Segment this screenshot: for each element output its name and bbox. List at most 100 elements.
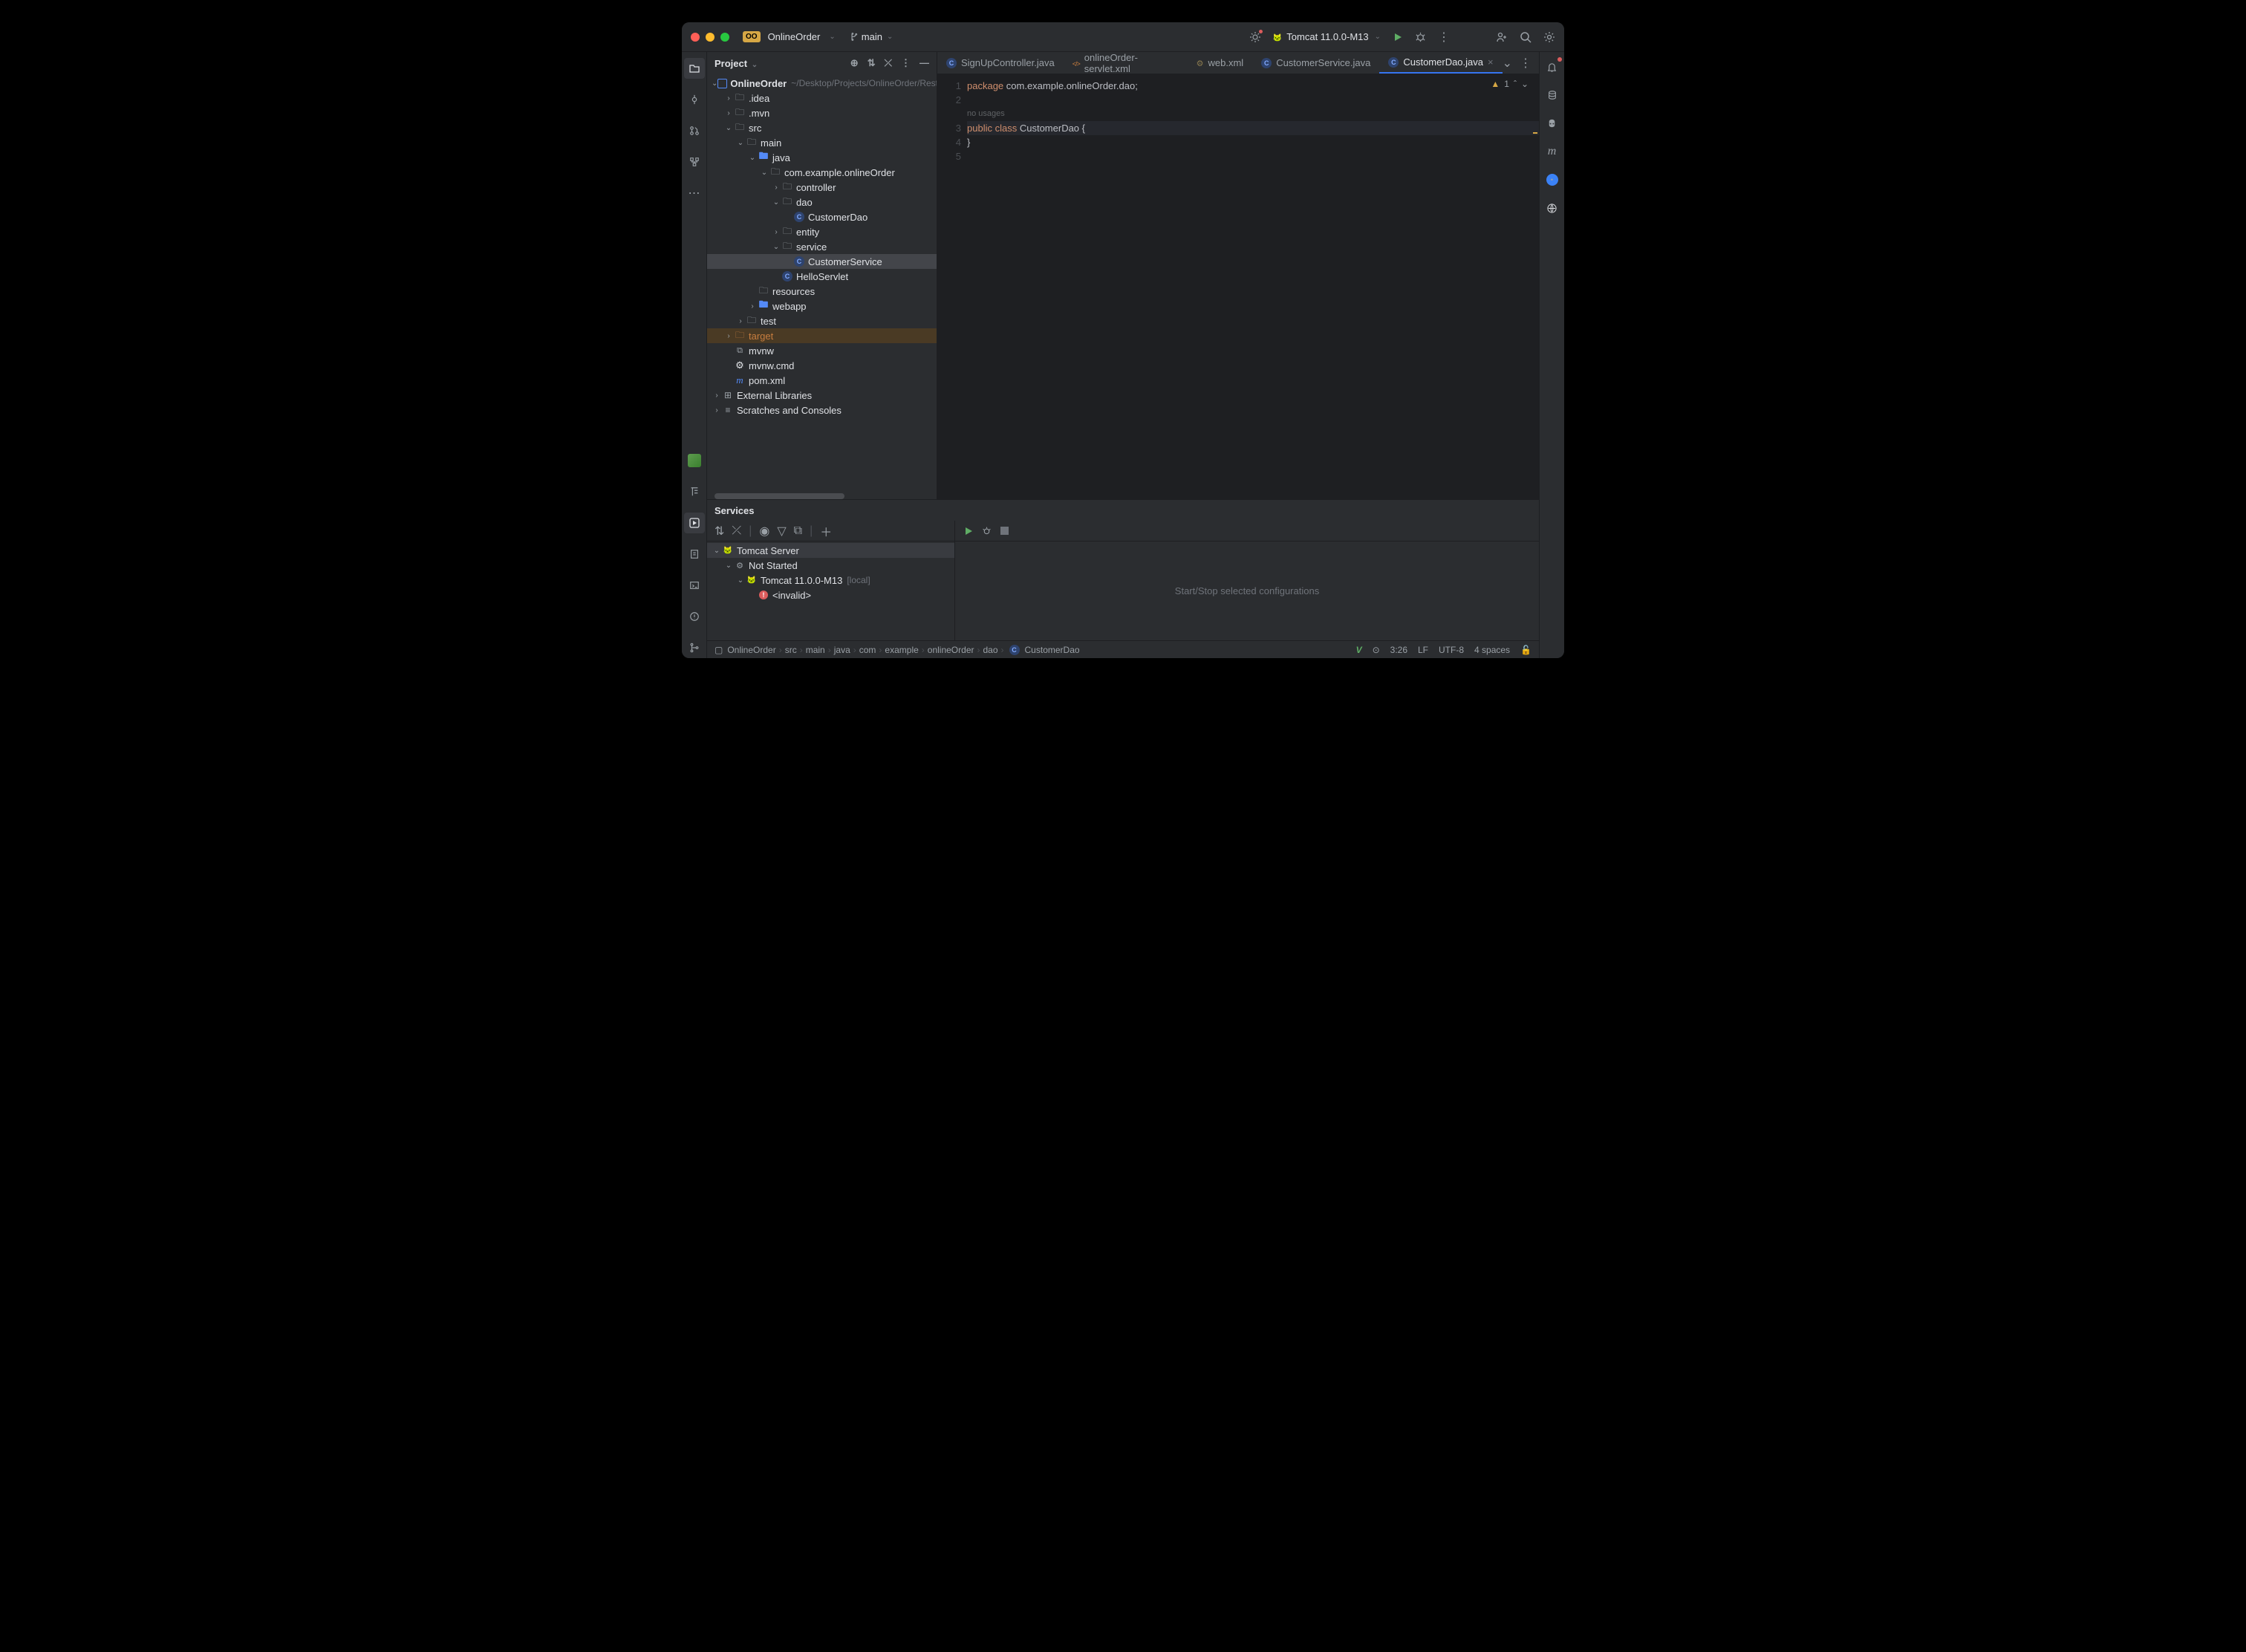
filter-icon[interactable]: ▽ <box>777 524 786 539</box>
indent[interactable]: 4 spaces <box>1474 645 1510 655</box>
tree-item[interactable]: ›controller <box>707 180 937 195</box>
terminal-icon[interactable] <box>684 575 705 596</box>
ai-chat-icon[interactable]: • <box>1543 171 1561 189</box>
tree-item[interactable]: ⚙mvnw.cmd <box>707 358 937 373</box>
window-controls[interactable] <box>691 33 729 42</box>
power-save-icon[interactable]: V <box>1356 645 1362 655</box>
collapse-icon[interactable]: ⤫ <box>885 57 892 69</box>
tree-item[interactable]: ›Scratches and Consoles <box>707 403 937 417</box>
tree-item[interactable]: CustomerDao <box>707 209 937 224</box>
tabs-more-icon[interactable]: ⋮ <box>1520 56 1531 71</box>
vcs-branch[interactable]: main ⌄ <box>849 31 893 42</box>
add-service-icon[interactable]: ＋ <box>820 522 832 540</box>
panel-more-icon[interactable]: ⋮ <box>901 57 911 69</box>
expand-icon[interactable]: ⇅ <box>715 524 724 539</box>
tab-customerservice[interactable]: CustomerService.java <box>1252 52 1379 74</box>
maven-icon[interactable]: m <box>1543 143 1561 160</box>
tree-item-target[interactable]: ›target <box>707 328 937 343</box>
settings-icon[interactable] <box>1543 31 1555 43</box>
run-button[interactable] <box>1393 32 1403 42</box>
hide-panel-icon[interactable]: — <box>919 57 929 69</box>
debug-button[interactable] <box>1415 31 1426 42</box>
inspection-badges[interactable]: ▲ 1 ˆ ⌄ <box>1491 79 1529 89</box>
services-tool-icon[interactable] <box>684 513 705 533</box>
tree-item[interactable]: ⌄service <box>707 239 937 254</box>
tree-item[interactable]: mvnw <box>707 343 937 358</box>
service-tomcat-group[interactable]: ⌄Tomcat Server <box>707 543 954 558</box>
breadcrumb[interactable]: OnlineOrder› src› main› java› com› examp… <box>727 645 1079 655</box>
tree-item[interactable]: ›.mvn <box>707 105 937 120</box>
tab-customerdao[interactable]: CustomerDao.java× <box>1379 52 1502 74</box>
search-icon[interactable] <box>1520 31 1531 43</box>
tree-item[interactable]: ›🖿webapp <box>707 299 937 313</box>
stop-service-icon[interactable] <box>1000 527 1009 535</box>
code-editor[interactable]: 1 2 3 4 5 package com.example.onlineOrde… <box>937 74 1539 499</box>
close-icon[interactable] <box>691 33 700 42</box>
project-panel-title[interactable]: Project <box>715 58 747 69</box>
tree-item[interactable]: ›.idea <box>707 91 937 105</box>
service-instance[interactable]: ⌄Tomcat 11.0.0-M13[local] <box>707 573 954 588</box>
tree-item[interactable]: ›External Libraries <box>707 388 937 403</box>
vcs-tool-icon[interactable] <box>684 637 705 658</box>
error-stripe[interactable] <box>1531 74 1539 499</box>
bookmarks-icon[interactable] <box>684 481 705 502</box>
run-configuration[interactable]: Tomcat 11.0.0-M13 ⌄ <box>1273 31 1381 42</box>
commit-tool-icon[interactable] <box>684 89 705 110</box>
services-tree[interactable]: ⌄Tomcat Server ⌄Not Started ⌄Tomcat 11.0… <box>707 542 954 602</box>
service-invalid[interactable]: <invalid> <box>707 588 954 602</box>
next-highlight-icon[interactable]: ⌄ <box>1521 79 1529 89</box>
line-separator[interactable]: LF <box>1418 645 1428 655</box>
tree-item[interactable]: ⌄com.example.onlineOrder <box>707 165 937 180</box>
tree-item[interactable]: HelloServlet <box>707 269 937 284</box>
tree-item[interactable]: ›entity <box>707 224 937 239</box>
copilot-icon[interactable]: ⊙ <box>1373 645 1380 655</box>
tree-item[interactable]: ⌄main <box>707 135 937 150</box>
caret-position[interactable]: 3:26 <box>1390 645 1407 655</box>
run-service-icon[interactable] <box>964 527 973 536</box>
close-tab-icon[interactable]: × <box>1488 56 1494 68</box>
notifications-icon[interactable] <box>1543 58 1561 76</box>
tab-signup[interactable]: SignUpController.java <box>937 52 1064 74</box>
select-opened-icon[interactable]: ⊕ <box>850 57 859 69</box>
build-icon[interactable] <box>1249 31 1261 43</box>
maximize-icon[interactable] <box>720 33 729 42</box>
debug-service-icon[interactable] <box>982 526 992 536</box>
more-icon[interactable]: ⋮ <box>1438 30 1450 45</box>
todo-icon[interactable] <box>684 544 705 565</box>
database-icon[interactable] <box>1543 86 1561 104</box>
tree-item[interactable]: resources <box>707 284 937 299</box>
tabs-dropdown-icon[interactable]: ⌄ <box>1503 56 1512 71</box>
project-tree[interactable]: ⌄OnlineOrder~/Desktop/Projects/OnlineOrd… <box>707 74 937 499</box>
tree-item[interactable]: ⌄dao <box>707 195 937 209</box>
structure-tool-icon[interactable] <box>684 152 705 172</box>
readonly-icon[interactable]: 🔓 <box>1520 645 1531 655</box>
tree-item[interactable]: pom.xml <box>707 373 937 388</box>
tree-root[interactable]: ⌄OnlineOrder~/Desktop/Projects/OnlineOrd… <box>707 76 937 91</box>
tab-web-xml[interactable]: web.xml <box>1188 52 1253 74</box>
open-icon[interactable]: ⧉ <box>794 524 802 538</box>
expand-all-icon[interactable]: ⇅ <box>868 57 876 69</box>
tree-item[interactable]: ⌄src <box>707 120 937 135</box>
project-name[interactable]: OnlineOrder <box>768 31 821 42</box>
problems-icon[interactable] <box>684 606 705 627</box>
pull-requests-icon[interactable] <box>684 120 705 141</box>
prev-highlight-icon[interactable]: ˆ <box>1514 79 1517 89</box>
project-tool-icon[interactable] <box>684 58 705 79</box>
tree-item[interactable]: ›test <box>707 313 937 328</box>
ai-assistant-icon[interactable] <box>1543 199 1561 217</box>
project-chevron-icon[interactable]: ⌄ <box>829 33 835 41</box>
tab-servlet-xml[interactable]: onlineOrder-servlet.xml <box>1064 52 1188 74</box>
service-not-started[interactable]: ⌄Not Started <box>707 558 954 573</box>
plugin-icon[interactable] <box>684 450 705 471</box>
tree-item[interactable]: ⌄🖿java <box>707 150 937 165</box>
code-content[interactable]: package com.example.onlineOrder.dao; no … <box>967 74 1539 499</box>
chevron-down-icon[interactable]: ⌄ <box>752 61 758 69</box>
tree-item-selected[interactable]: CustomerService <box>707 254 937 269</box>
horizontal-scrollbar[interactable] <box>715 493 844 499</box>
code-with-me-icon[interactable] <box>1496 31 1508 43</box>
minimize-icon[interactable] <box>706 33 715 42</box>
nav-icon[interactable]: ▢ <box>715 645 723 655</box>
copilot-icon[interactable] <box>1543 114 1561 132</box>
more-tools-icon[interactable]: ⋯ <box>684 183 705 204</box>
show-icon[interactable]: ◉ <box>759 524 769 539</box>
